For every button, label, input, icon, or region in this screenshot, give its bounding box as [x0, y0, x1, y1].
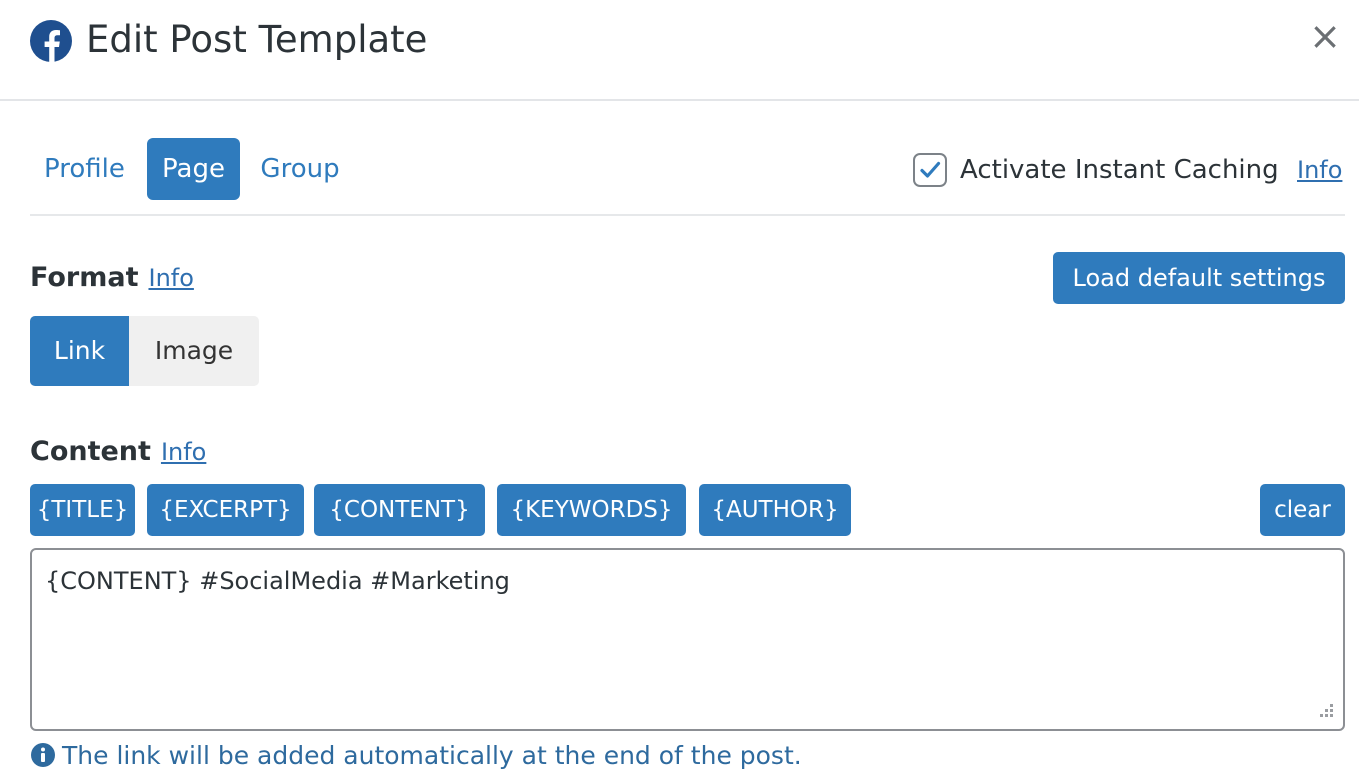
insert-content-tag-button[interactable]: {CONTENT} — [314, 484, 485, 536]
instant-caching-checkbox[interactable] — [913, 153, 947, 187]
clear-content-button[interactable]: clear — [1260, 484, 1345, 536]
link-note-text: The link will be added automatically at … — [62, 741, 802, 770]
resize-grip-icon[interactable] — [1314, 700, 1336, 722]
format-selector: Link Image — [30, 316, 259, 386]
tab-page[interactable]: Page — [147, 138, 240, 200]
checkmark-icon — [920, 161, 941, 178]
close-icon[interactable]: × — [1306, 17, 1344, 55]
format-image-button[interactable]: Image — [129, 316, 259, 386]
format-link-button[interactable]: Link — [30, 316, 129, 386]
format-heading: Format Info — [30, 258, 194, 298]
link-note: The link will be added automatically at … — [30, 738, 802, 771]
modal-title: Edit Post Template — [86, 18, 428, 61]
instant-caching-info-link[interactable]: Info — [1297, 152, 1342, 188]
content-info-link[interactable]: Info — [161, 438, 206, 466]
content-template-textarea[interactable]: {CONTENT} #SocialMedia #Marketing — [30, 548, 1345, 731]
insert-author-tag-button[interactable]: {AUTHOR} — [699, 484, 851, 536]
insert-keywords-tag-button[interactable]: {KEYWORDS} — [497, 484, 686, 536]
insert-excerpt-tag-button[interactable]: {EXCERPT} — [147, 484, 304, 536]
instant-caching-label: Activate Instant Caching — [960, 155, 1279, 185]
facebook-icon — [30, 20, 72, 62]
tab-profile[interactable]: Profile — [30, 138, 142, 200]
tab-group[interactable]: Group — [245, 138, 355, 200]
content-heading: Content Info — [30, 432, 206, 472]
load-default-settings-button[interactable]: Load default settings — [1053, 252, 1345, 304]
format-label: Format — [30, 262, 139, 293]
divider — [30, 214, 1345, 216]
info-circle-icon — [31, 743, 55, 767]
insert-title-tag-button[interactable]: {TITLE} — [30, 484, 135, 536]
modal-header: Edit Post Template × — [0, 0, 1359, 101]
content-label: Content — [30, 436, 151, 467]
format-info-link[interactable]: Info — [148, 264, 193, 292]
